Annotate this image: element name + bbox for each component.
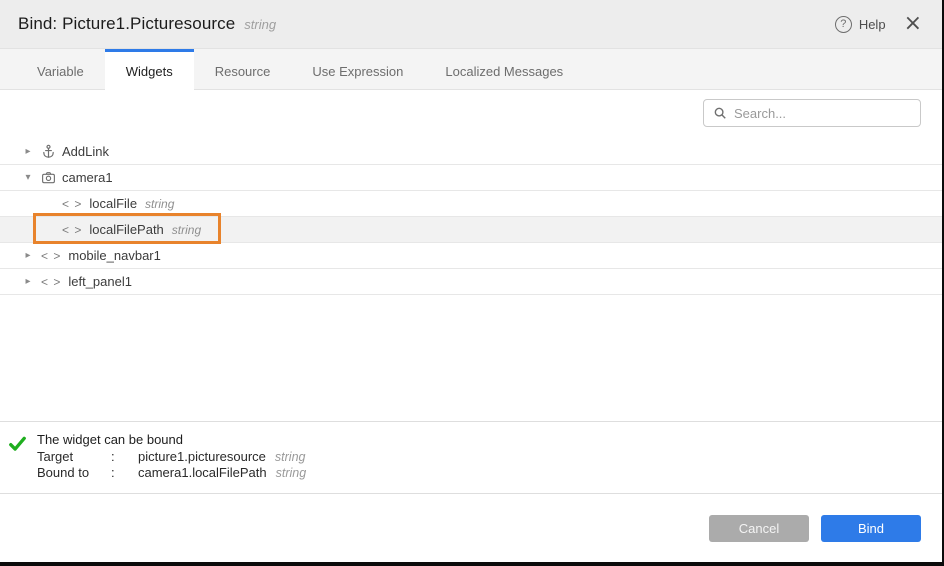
close-icon[interactable]: × xyxy=(904,16,922,32)
dialog-title: Bind: Picture1.Picturesource xyxy=(18,14,235,34)
title-group: Bind: Picture1.Picturesource string xyxy=(18,14,835,34)
caret-expanded-icon[interactable]: ▾ xyxy=(23,172,33,183)
status-text: The widget can be bound Target : picture… xyxy=(37,432,306,480)
tree-label: AddLink xyxy=(62,144,109,159)
success-check-icon xyxy=(8,434,30,480)
target-value: picture1.picturesource xyxy=(138,449,266,464)
cancel-button[interactable]: Cancel xyxy=(709,515,809,542)
status-grid: Target : picture1.picturesource string Bo… xyxy=(37,449,306,480)
code-brackets-icon: < > xyxy=(41,249,61,263)
status-row-colon: : xyxy=(111,465,138,480)
status-row-value: picture1.picturesource string xyxy=(138,449,306,464)
caret-collapsed-icon[interactable]: ▸ xyxy=(23,250,33,261)
tabbar: Variable Widgets Resource Use Expression… xyxy=(0,48,942,90)
tree-label: camera1 xyxy=(62,170,113,185)
tab-widgets[interactable]: Widgets xyxy=(105,49,194,90)
bind-button[interactable]: Bind xyxy=(821,515,921,542)
search-input[interactable] xyxy=(734,106,911,121)
code-brackets-icon: < > xyxy=(62,223,82,237)
status-row-colon: : xyxy=(111,449,138,464)
search-box xyxy=(703,99,921,127)
search-icon xyxy=(713,106,727,120)
anchor-icon xyxy=(41,144,56,159)
tab-resource[interactable]: Resource xyxy=(194,49,292,90)
bind-status-panel: The widget can be bound Target : picture… xyxy=(0,421,942,494)
target-type-hint: string xyxy=(275,450,306,464)
tree-label: left_panel1 xyxy=(68,274,132,289)
help-label: Help xyxy=(859,17,886,32)
code-brackets-icon: < > xyxy=(41,275,61,289)
status-row-label: Bound to xyxy=(37,465,111,480)
question-circle-icon: ? xyxy=(835,16,852,33)
title-type-hint: string xyxy=(244,17,276,32)
bind-dialog: Bind: Picture1.Picturesource string ? He… xyxy=(0,0,944,566)
search-row xyxy=(0,90,942,127)
tree-type-hint: string xyxy=(145,197,174,211)
caret-collapsed-icon[interactable]: ▸ xyxy=(23,276,33,287)
tree-row-localfilepath[interactable]: < > localFilePath string xyxy=(0,217,942,243)
titlebar: Bind: Picture1.Picturesource string ? He… xyxy=(0,0,942,48)
status-row-label: Target xyxy=(37,449,111,464)
status-row-value: camera1.localFilePath string xyxy=(138,465,306,480)
content-area: ▸ AddLink ▾ xyxy=(0,90,942,421)
tree-row-addlink[interactable]: ▸ AddLink xyxy=(0,139,942,165)
status-message: The widget can be bound xyxy=(37,432,306,447)
tree-row-camera1[interactable]: ▾ camera1 xyxy=(0,165,942,191)
tree-label: localFile xyxy=(89,196,137,211)
tree-label: localFilePath xyxy=(89,222,163,237)
camera-icon xyxy=(41,170,56,185)
help-button[interactable]: ? Help xyxy=(835,16,886,33)
tree-row-mobile-navbar1[interactable]: ▸ < > mobile_navbar1 xyxy=(0,243,942,269)
tree-type-hint: string xyxy=(172,223,201,237)
tree-row-left-panel1[interactable]: ▸ < > left_panel1 xyxy=(0,269,942,295)
tab-localized-messages[interactable]: Localized Messages xyxy=(424,49,584,90)
titlebar-actions: ? Help × xyxy=(835,16,922,33)
tab-variable[interactable]: Variable xyxy=(16,49,105,90)
tree-label: mobile_navbar1 xyxy=(68,248,161,263)
bound-to-value: camera1.localFilePath xyxy=(138,465,267,480)
tree-row-localfile[interactable]: < > localFile string xyxy=(0,191,942,217)
dialog-footer: Cancel Bind xyxy=(0,494,942,562)
widget-tree: ▸ AddLink ▾ xyxy=(0,139,942,295)
bound-to-type-hint: string xyxy=(276,466,307,480)
tab-use-expression[interactable]: Use Expression xyxy=(291,49,424,90)
code-brackets-icon: < > xyxy=(62,197,82,211)
caret-collapsed-icon[interactable]: ▸ xyxy=(23,146,33,157)
